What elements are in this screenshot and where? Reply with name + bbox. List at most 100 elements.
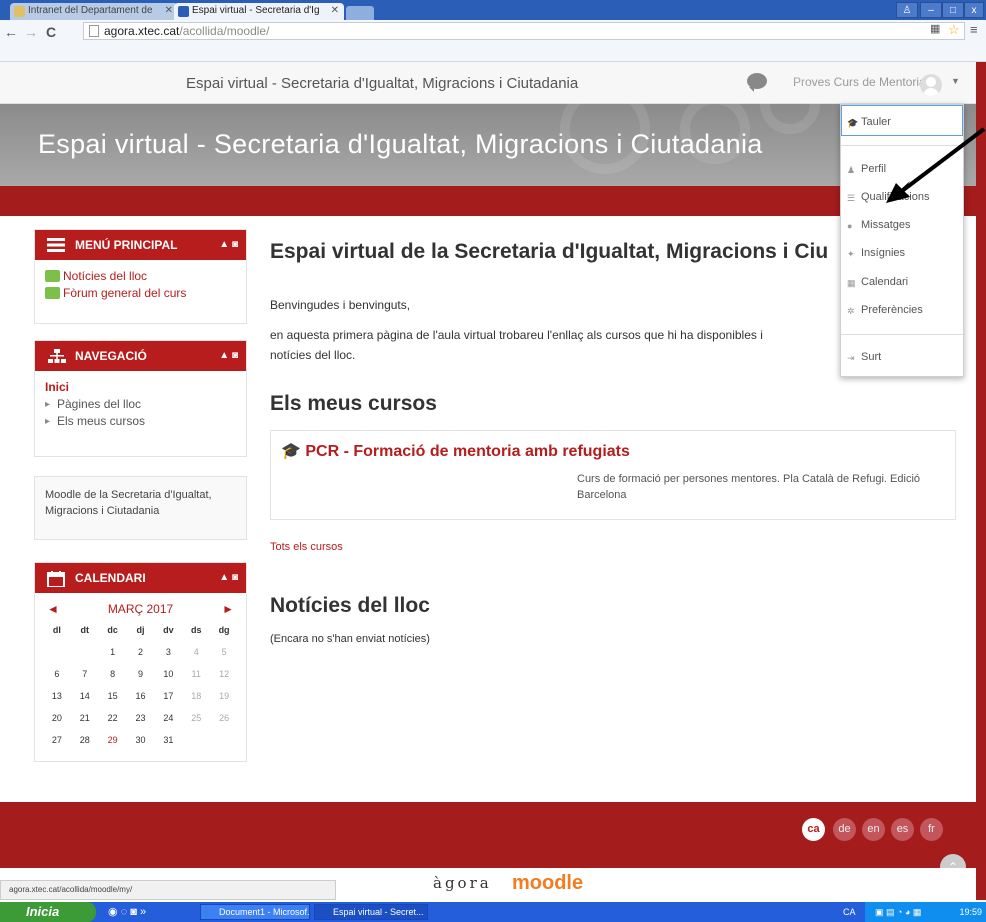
calendar-day[interactable]: 16 <box>127 688 155 705</box>
calendar-day[interactable]: 8 <box>99 666 127 683</box>
menu-item-calendari[interactable]: ▦ Calendari <box>847 276 908 288</box>
page-footer: ca de en es fr ⌃ <box>0 802 976 880</box>
calendar-day[interactable]: 20 <box>43 710 71 727</box>
calendar-day[interactable]: 24 <box>154 710 182 727</box>
block-header: MENÚ PRINCIPAL ▲ ◙ <box>35 230 246 260</box>
moodle-navbar: Espai virtual - Secretaria d'Igualtat, M… <box>0 62 986 104</box>
taskbar-item-label: Espai virtual - Secret... <box>333 907 424 917</box>
calendar-day[interactable]: 2 <box>127 644 155 661</box>
my-courses-heading: Els meus cursos <box>270 392 437 415</box>
nav-item-site-pages[interactable]: Pàgines del lloc <box>45 396 236 413</box>
calendar-day[interactable]: 25 <box>182 710 210 727</box>
calendar-day[interactable]: 5 <box>210 644 238 661</box>
avatar[interactable] <box>920 74 942 96</box>
close-icon[interactable]: ✕ <box>331 3 339 19</box>
menu-icon[interactable]: ≡ <box>970 22 978 37</box>
calendar-day[interactable]: 23 <box>127 710 155 727</box>
minimize-icon[interactable]: – <box>920 2 942 18</box>
lang-de-button[interactable]: de <box>833 818 856 841</box>
calendar-day[interactable]: 9 <box>127 666 155 683</box>
next-month-icon[interactable]: ► <box>222 601 234 618</box>
calendar-day[interactable]: 4 <box>182 644 210 661</box>
calendar-day <box>71 644 99 661</box>
calendar-day[interactable]: 28 <box>71 732 99 749</box>
calendar-day[interactable]: 17 <box>154 688 182 705</box>
calendar-day[interactable]: 10 <box>154 666 182 683</box>
profile-icon[interactable]: ♙ <box>896 2 918 18</box>
calendar-day[interactable]: 29 <box>99 732 127 749</box>
calendar-day <box>43 644 71 661</box>
site-shortname-link[interactable]: Espai virtual - Secretaria d'Igualtat, M… <box>186 75 578 92</box>
intro-text-line1: en aquesta primera pàgina de l'aula virt… <box>270 328 763 342</box>
bookmark-star-icon[interactable]: ☆ <box>948 22 960 38</box>
all-courses-link[interactable]: Tots els cursos <box>270 541 343 553</box>
calendar-day[interactable]: 31 <box>154 732 182 749</box>
window-close-icon[interactable]: x <box>964 2 984 18</box>
calendar-day[interactable]: 30 <box>127 732 155 749</box>
translate-icon[interactable]: ▦ <box>930 22 940 35</box>
calendar-day[interactable]: 15 <box>99 688 127 705</box>
nav-item-my-courses[interactable]: Els meus cursos <box>45 413 236 430</box>
lang-fr-button[interactable]: fr <box>920 818 943 841</box>
calendar-day[interactable]: 19 <box>210 688 238 705</box>
navigation-block: NAVEGACIÓ ▲ ◙ Inici Pàgines del lloc Els… <box>34 340 247 457</box>
calendar-day[interactable]: 11 <box>182 666 210 683</box>
status-area: agora.xtec.cat/acollida/moodle/my/ àgora… <box>0 868 976 902</box>
browser-tab-intranet[interactable]: Intranet del Departament de ✕ <box>10 3 178 20</box>
calendar-day[interactable]: 21 <box>71 710 99 727</box>
calendar-day[interactable]: 12 <box>210 666 238 683</box>
calendar-day[interactable]: 6 <box>43 666 71 683</box>
moodle-logo[interactable]: moodle <box>512 872 583 895</box>
badge-icon: ✦ <box>847 249 855 259</box>
quicklaunch-icons[interactable]: ◉ ◌ ◙ » <box>108 905 146 918</box>
taskbar-item-word[interactable]: Document1 - Microsof... <box>200 904 310 920</box>
menu-item-insignies[interactable]: ✦ Insígnies <box>847 247 905 259</box>
maximize-icon[interactable]: □ <box>942 2 964 18</box>
new-tab-button[interactable] <box>346 6 374 20</box>
list-item[interactable]: Fòrum general del curs <box>45 285 236 302</box>
menu-item-surt[interactable]: ⇥ Surt <box>847 351 881 363</box>
menu-item-missatges[interactable]: ● Missatges <box>847 219 911 231</box>
back-icon[interactable]: ← <box>4 24 18 40</box>
calendar-day[interactable]: 22 <box>99 710 127 727</box>
reload-icon[interactable]: C <box>46 24 56 40</box>
lang-ca-button[interactable]: ca <box>802 818 825 841</box>
calendar-day[interactable]: 13 <box>43 688 71 705</box>
block-collapse-icon[interactable]: ▲ ◙ <box>219 563 238 593</box>
messages-icon: ● <box>847 221 853 231</box>
windows-taskbar: Inicia ◉ ◌ ◙ » Document1 - Microsof... E… <box>0 902 986 922</box>
agora-logo[interactable]: àgora <box>433 874 492 892</box>
calendar-day[interactable]: 7 <box>71 666 99 683</box>
calendar-day[interactable]: 1 <box>99 644 127 661</box>
block-collapse-icon[interactable]: ▲ ◙ <box>219 230 238 260</box>
start-button[interactable]: Inicia <box>0 902 96 922</box>
url-input[interactable]: agora.xtec.cat/acollida/moodle/ <box>83 22 965 40</box>
nav-home-link[interactable]: Inici <box>45 379 236 396</box>
close-icon[interactable]: ✕ <box>165 3 173 19</box>
tray-icons[interactable]: ▣ ▤ ◔ ◕ ▦ <box>875 902 921 922</box>
calendar-month-label[interactable]: MARÇ 2017 <box>108 601 173 618</box>
greeting-text: Benvingudes i benvinguts, <box>270 298 411 312</box>
taskbar-item-chrome[interactable]: Espai virtual - Secret... <box>314 904 428 920</box>
calendar-day[interactable]: 26 <box>210 710 238 727</box>
block-collapse-icon[interactable]: ▲ ◙ <box>219 341 238 371</box>
previous-month-icon[interactable]: ◄ <box>47 601 59 618</box>
lang-en-button[interactable]: en <box>862 818 885 841</box>
caret-down-icon[interactable]: ▼ <box>951 76 960 86</box>
calendar-day[interactable]: 3 <box>154 644 182 661</box>
page-icon <box>89 25 99 37</box>
header-decoration <box>760 74 820 134</box>
course-title-link[interactable]: 🎓 PCR - Formació de mentoria amb refugia… <box>281 441 630 461</box>
calendar-day[interactable]: 27 <box>43 732 71 749</box>
menu-item-preferencies[interactable]: ✲ Preferències <box>847 304 923 316</box>
lang-es-button[interactable]: es <box>891 818 914 841</box>
calendar-icon <box>47 571 65 587</box>
calendar-day[interactable]: 14 <box>71 688 99 705</box>
input-language[interactable]: CA <box>843 902 856 922</box>
list-item[interactable]: Notícies del lloc <box>45 268 236 285</box>
browser-tab-espai-virtual[interactable]: Espai virtual - Secretaria d'Ig ✕ <box>174 3 344 20</box>
forward-icon[interactable]: → <box>24 24 38 40</box>
sitemap-icon <box>48 349 66 363</box>
grades-icon: ☰ <box>847 193 856 203</box>
calendar-day[interactable]: 18 <box>182 688 210 705</box>
